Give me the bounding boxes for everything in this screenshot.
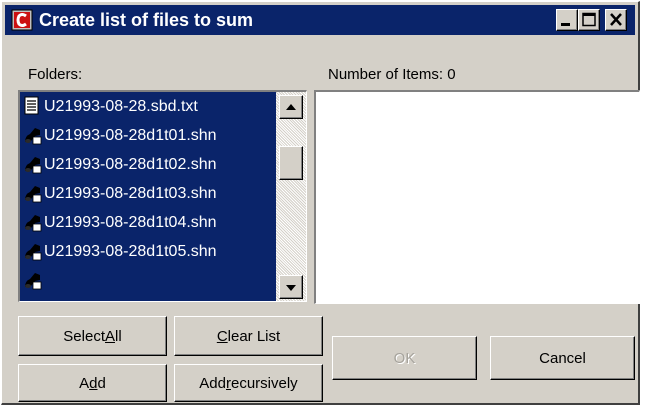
list-item-label: U21993-08-28d1t03.shn — [44, 185, 217, 202]
ok-button[interactable]: OK — [332, 336, 477, 380]
audio-file-icon — [25, 215, 42, 232]
folders-label: Folders: — [28, 66, 83, 83]
minimize-icon — [561, 23, 570, 26]
audio-file-icon — [25, 244, 42, 261]
add-recursively-label-part: Add — [199, 374, 226, 392]
list-item[interactable]: U21993-08-28d1t03.shn — [20, 179, 276, 208]
add-label-part: d — [97, 374, 106, 392]
maximize-button[interactable] — [578, 9, 600, 31]
scrollbar-thumb[interactable] — [279, 146, 303, 180]
text-file-icon — [24, 96, 39, 115]
close-button[interactable] — [605, 9, 627, 31]
title-bar[interactable]: Create list of files to sum — [5, 5, 635, 35]
clear-list-button[interactable]: Clear List — [174, 316, 323, 356]
list-item[interactable]: U21993-08-28d1t05.shn — [20, 237, 276, 266]
add-recursively-label-part: ecursively — [231, 374, 298, 392]
clear-list-label-part: lear List — [227, 327, 281, 345]
folders-list-items: U21993-08-28.sbd.txt U21993-08-28d1t01.s… — [20, 92, 276, 301]
list-item-label: U21993-08-28d1t04.shn — [44, 214, 217, 231]
app-icon[interactable] — [11, 9, 33, 31]
items-count-label: Number of Items: 0 — [328, 66, 456, 83]
vertical-scrollbar[interactable] — [276, 92, 306, 301]
window-title: Create list of files to sum — [39, 10, 254, 30]
list-item-label: U21993-08-28d1t02.shn — [44, 156, 217, 173]
scroll-down-button[interactable] — [279, 275, 303, 299]
cancel-button[interactable]: Cancel — [490, 336, 635, 380]
list-item-label: U21993-08-28d1t05.shn — [44, 243, 217, 260]
add-recursively-button[interactable]: Add r ecursively — [174, 364, 323, 402]
scroll-down-arrow-icon — [286, 285, 296, 291]
close-icon — [610, 13, 622, 26]
list-item-label: U21993-08-28d1t01.shn — [44, 127, 217, 144]
select-all-label-part: Select — [63, 327, 105, 345]
audio-file-icon — [25, 273, 42, 290]
audio-file-icon — [25, 157, 42, 174]
selected-files-list[interactable] — [314, 90, 640, 304]
scroll-up-button[interactable] — [279, 95, 303, 119]
list-item[interactable]: U21993-08-28.sbd.txt — [20, 92, 276, 121]
add-accelerator: d — [89, 374, 98, 392]
clear-list-accelerator: C — [216, 327, 228, 345]
audio-file-icon — [25, 128, 42, 145]
list-item[interactable]: U21993-08-28d1t04.shn — [20, 208, 276, 237]
select-all-accelerator: A — [105, 327, 116, 345]
scroll-up-arrow-icon — [286, 104, 296, 110]
select-all-label-part: ll — [115, 327, 122, 345]
audio-file-icon — [25, 186, 42, 203]
list-item[interactable] — [20, 266, 276, 295]
select-all-button[interactable]: Select All — [18, 316, 167, 356]
add-button[interactable]: Add — [18, 364, 167, 402]
minimize-button[interactable] — [556, 9, 578, 31]
list-item-label: U21993-08-28.sbd.txt — [44, 98, 198, 115]
list-item[interactable]: U21993-08-28d1t02.shn — [20, 150, 276, 179]
maximize-icon — [582, 12, 596, 27]
folders-list[interactable]: U21993-08-28.sbd.txt U21993-08-28d1t01.s… — [18, 90, 307, 302]
list-item[interactable]: U21993-08-28d1t01.shn — [20, 121, 276, 150]
dialog-window: Create list of files to sum Folders: Num… — [1, 1, 640, 405]
add-label-part: A — [79, 374, 90, 392]
